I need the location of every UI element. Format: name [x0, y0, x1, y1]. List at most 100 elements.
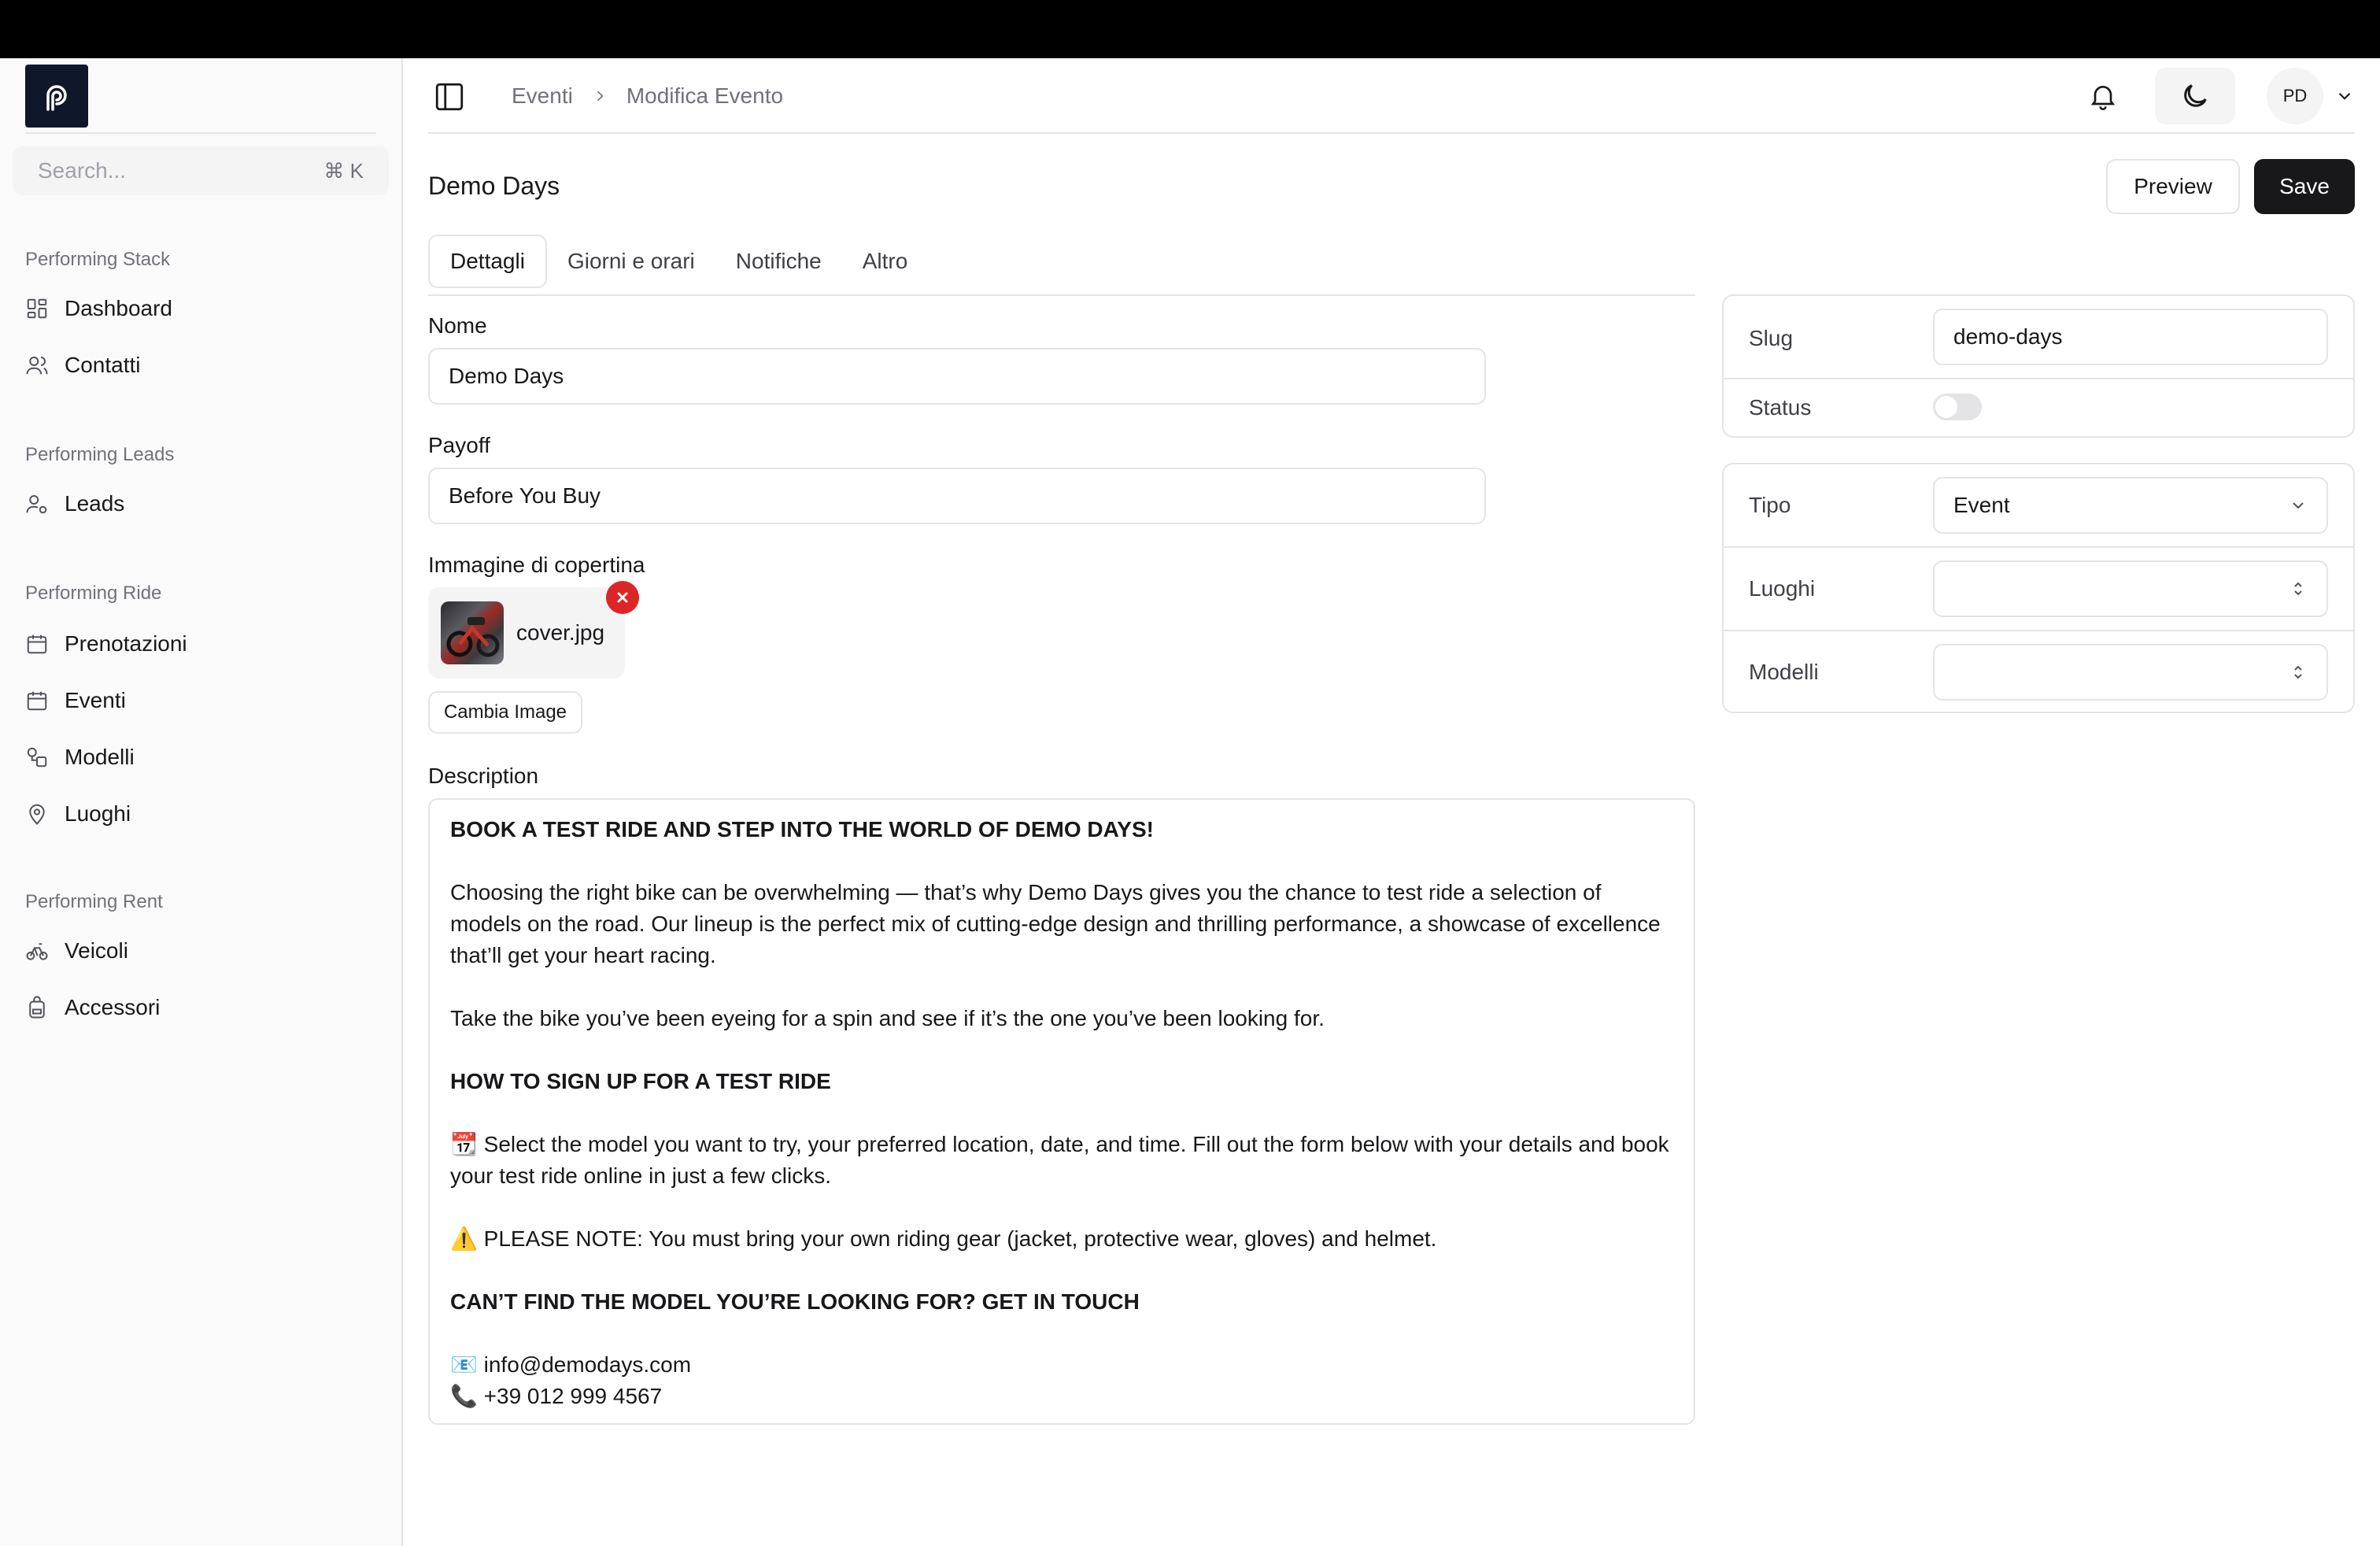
search-placeholder: Search... — [38, 158, 127, 183]
sidebar-item-label: Eventi — [65, 688, 126, 712]
logo-icon — [46, 85, 67, 111]
search-input[interactable]: Search... ⌘ K — [13, 146, 389, 195]
chevrons-up-down-icon — [2294, 582, 2302, 596]
moon-icon — [2184, 84, 2207, 107]
sidebar-item-veicoli[interactable]: Veicoli — [25, 929, 387, 973]
tab-notifiche[interactable]: Notifiche — [715, 235, 842, 288]
breadcrumb-eventi[interactable]: Eventi — [512, 83, 573, 109]
slug-status-card: Slug demo-days Status — [1722, 294, 2355, 438]
bell-icon — [2090, 86, 2116, 110]
header-divider — [428, 132, 2355, 134]
group-label-stack: Performing Stack — [25, 249, 171, 270]
sidebar-item-luoghi[interactable]: Luoghi — [25, 792, 387, 836]
payoff-field[interactable]: Before You Buy — [428, 468, 1486, 524]
sidebar-toggle-icon — [435, 83, 464, 111]
sidebar-item-dashboard[interactable]: Dashboard — [25, 287, 387, 331]
dashboard-icon — [27, 298, 47, 319]
chevrons-up-down-icon — [2294, 665, 2302, 679]
sidebar-item-label: Leads — [65, 491, 125, 516]
backpack-icon — [29, 996, 45, 1019]
sidebar-item-contatti[interactable]: Contatti — [25, 343, 387, 387]
sidebar-item-accessori[interactable]: Accessori — [25, 986, 387, 1030]
cover-thumbnail — [441, 601, 504, 664]
logo-divider — [25, 132, 376, 134]
description-paragraph-4: ⚠️ PLEASE NOTE: You must bring your own … — [450, 1226, 1437, 1251]
app-logo[interactable] — [25, 65, 88, 128]
map-pin-icon — [29, 804, 45, 825]
tipo-select[interactable]: Event — [1933, 477, 2328, 534]
calendar-icon — [27, 634, 47, 654]
user-key-icon — [26, 495, 47, 514]
sidebar: Search... ⌘ K Performing Stack Dashboard… — [0, 58, 403, 1546]
nome-field[interactable]: Demo Days — [428, 348, 1486, 405]
description-email: 📧 info@demodays.com — [450, 1352, 692, 1377]
sidebar-item-eventi[interactable]: Eventi — [25, 679, 387, 723]
group-label-rent: Performing Rent — [25, 891, 163, 912]
tab-giorni-e-orari[interactable]: Giorni e orari — [547, 235, 715, 288]
theme-toggle-button[interactable] — [2155, 68, 2235, 124]
description-paragraph-2: Take the bike you’ve been eyeing for a s… — [450, 1006, 1325, 1030]
slug-field[interactable]: demo-days — [1933, 309, 2328, 365]
preview-button[interactable]: Preview — [2106, 159, 2240, 214]
card-divider — [1724, 546, 2353, 548]
description-label: Description — [428, 764, 539, 788]
sidebar-item-label: Luoghi — [65, 801, 131, 826]
notifications-button[interactable] — [2087, 80, 2119, 112]
description-heading-1: BOOK A TEST RIDE AND STEP INTO THE WORLD… — [450, 817, 1154, 841]
status-toggle[interactable] — [1933, 394, 1982, 420]
description-paragraph-1: Choosing the right bike can be overwhelm… — [450, 880, 1661, 967]
users-icon — [26, 357, 48, 375]
group-label-leads: Performing Leads — [25, 444, 175, 465]
breadcrumb: Eventi Modifica Evento — [512, 79, 783, 113]
status-label: Status — [1749, 395, 1812, 420]
group-label-ride: Performing Ride — [25, 583, 162, 604]
tab-altro[interactable]: Altro — [842, 235, 929, 288]
sidebar-item-label: Contatti — [65, 353, 141, 377]
search-shortcut: ⌘ K — [323, 158, 364, 183]
sidebar-item-label: Accessori — [65, 995, 161, 1019]
sidebar-item-label: Dashboard — [65, 296, 172, 320]
card-divider — [1724, 630, 2353, 631]
breadcrumb-current: Modifica Evento — [626, 83, 784, 108]
chevron-right-icon — [597, 91, 604, 102]
bike-icon — [26, 943, 48, 960]
card-divider — [1724, 378, 2353, 379]
chevron-down-icon — [2338, 92, 2351, 100]
sidebar-item-modelli[interactable]: Modelli — [25, 735, 387, 779]
remove-cover-button[interactable] — [606, 581, 639, 614]
user-menu[interactable]: PD — [2267, 68, 2355, 124]
toggle-sidebar-button[interactable] — [433, 80, 466, 113]
tipo-luoghi-modelli-card: Tipo Event Luoghi Modelli — [1722, 463, 2355, 713]
tabs: Dettagli Giorni e orari Notifiche Altro — [428, 235, 928, 288]
sidebar-item-label: Modelli — [65, 745, 135, 769]
nome-label: Nome — [428, 313, 487, 338]
luoghi-label: Luoghi — [1749, 576, 1816, 601]
cover-file-chip: cover.jpg — [428, 587, 625, 679]
avatar: PD — [2267, 68, 2323, 124]
sidebar-item-label: Prenotazioni — [65, 631, 187, 656]
description-phone: 📞 +39 012 999 4567 — [450, 1384, 663, 1408]
page-title: Demo Days — [428, 172, 560, 200]
tipo-label: Tipo — [1749, 493, 1791, 517]
cover-filename: cover.jpg — [516, 620, 605, 645]
description-editor[interactable]: BOOK A TEST RIDE AND STEP INTO THE WORLD… — [428, 798, 1695, 1425]
tab-dettagli[interactable]: Dettagli — [428, 235, 547, 288]
tabs-divider — [428, 294, 1695, 296]
window-top-bar — [0, 0, 2380, 58]
close-icon — [617, 592, 628, 603]
sidebar-item-label: Veicoli — [65, 938, 128, 963]
chevron-down-icon — [2293, 502, 2304, 509]
description-heading-3: CAN’T FIND THE MODEL YOU’RE LOOKING FOR?… — [450, 1289, 1140, 1314]
cover-label: Immagine di copertina — [428, 553, 645, 577]
payoff-label: Payoff — [428, 433, 490, 457]
sidebar-item-prenotazioni[interactable]: Prenotazioni — [25, 622, 387, 666]
slug-value: demo-days — [1953, 324, 2063, 349]
luoghi-select[interactable] — [1933, 560, 2328, 617]
bike-thumbnail-image — [446, 617, 500, 657]
sidebar-item-leads[interactable]: Leads — [25, 482, 387, 526]
save-button[interactable]: Save — [2254, 159, 2355, 214]
description-heading-2: HOW TO SIGN UP FOR A TEST RIDE — [450, 1069, 831, 1093]
description-paragraph-3: 📆 Select the model you want to try, your… — [450, 1132, 1669, 1188]
modelli-select[interactable] — [1933, 644, 2328, 701]
change-image-button[interactable]: Cambia Image — [428, 691, 582, 734]
